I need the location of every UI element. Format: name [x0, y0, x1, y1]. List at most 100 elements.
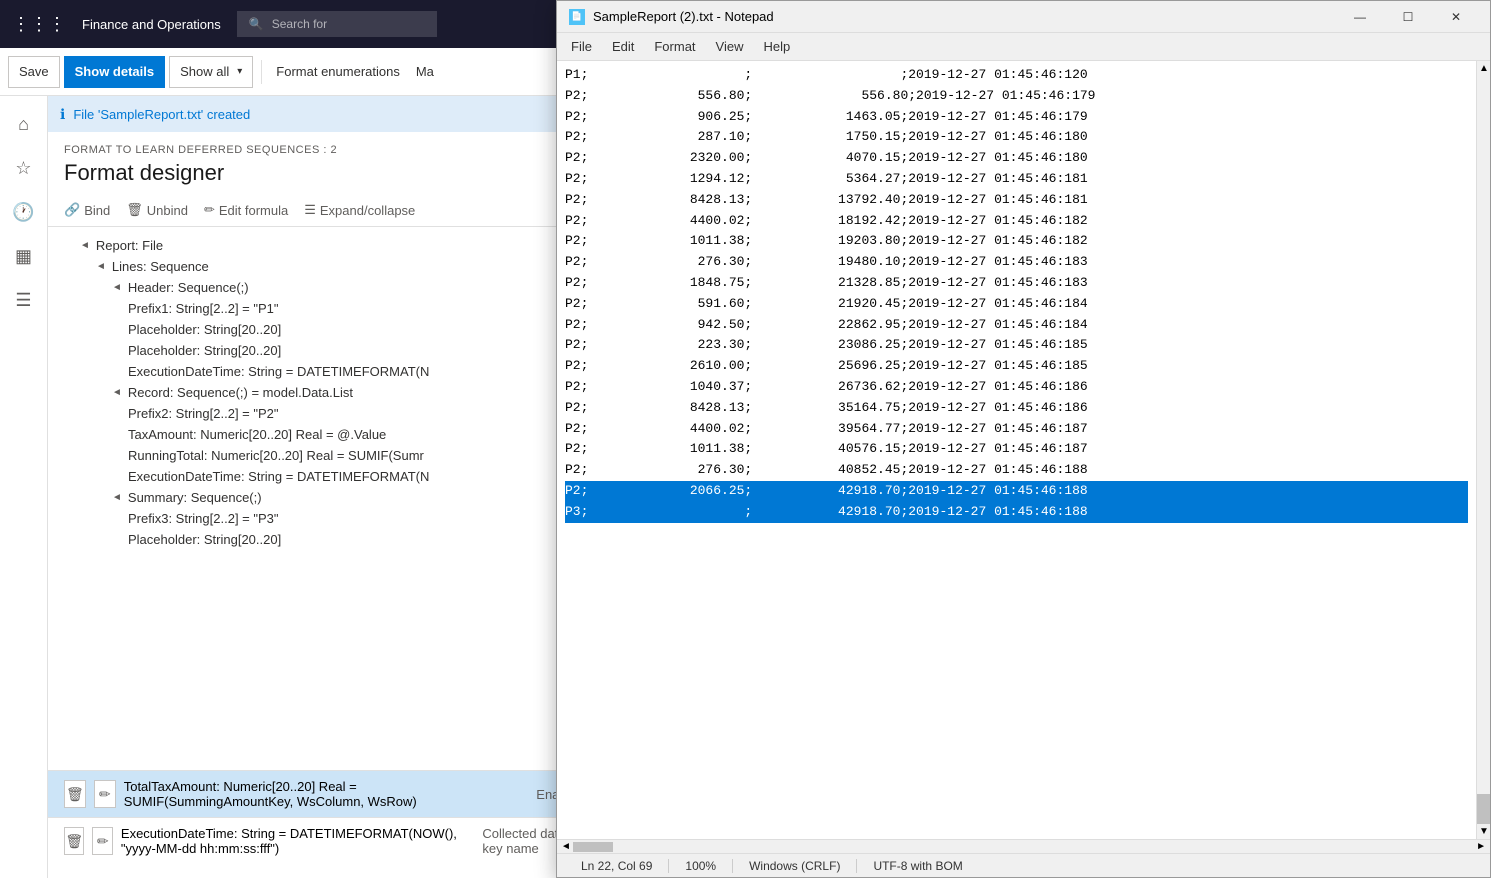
designer-subtitle: FORMAT TO LEARN DEFERRED SEQUENCES : 2	[64, 144, 584, 156]
tree-item[interactable]: Prefix3: String[2..2] = "P3"	[48, 508, 600, 529]
edit-formula-label: Edit formula	[219, 203, 288, 218]
format-enumerations-label[interactable]: Format enumerations	[270, 64, 406, 79]
text-line: P2; 1011.38; 40576.15;2019-12-27 01:45:4…	[565, 441, 1088, 456]
tree-item[interactable]: TaxAmount: Numeric[20..20] Real = @.Valu…	[48, 424, 600, 445]
scroll-thumb[interactable]	[1477, 794, 1490, 824]
app-grid-icon[interactable]: ⋮⋮⋮	[12, 14, 66, 35]
tree-item[interactable]: ExecutionDateTime: String = DATETIMEFORM…	[48, 361, 600, 382]
cursor-position: Ln 22, Col 69	[565, 859, 669, 873]
designer-toolbar: 🔗 Bind 🗑 Unbind ✏ Edit formula ☰ Expand/…	[48, 194, 600, 227]
expand-collapse-icon: ☰	[304, 202, 316, 218]
sidebar-clock-icon[interactable]: 🕐	[4, 192, 44, 232]
unbind-tool[interactable]: 🗑 Unbind	[126, 198, 188, 222]
bottom-area: 🗑✏TotalTaxAmount: Numeric[20..20] Real =…	[48, 770, 601, 878]
tree-item[interactable]: RunningTotal: Numeric[20..20] Real = SUM…	[48, 445, 600, 466]
toolbar-separator	[261, 60, 262, 84]
notepad-content[interactable]: P1; ; ;2019-12-27 01:45:46:120 P2; 556.8…	[557, 61, 1476, 839]
notepad-window: 📄 SampleReport (2).txt - Notepad — ☐ ✕ F…	[556, 0, 1491, 878]
designer-header: FORMAT TO LEARN DEFERRED SEQUENCES : 2 F…	[48, 132, 600, 194]
sidebar-star-icon[interactable]: ☆	[4, 148, 44, 188]
tree-item[interactable]: ◄Record: Sequence(;) = model.Data.List	[48, 382, 600, 403]
info-bar: ℹ File 'SampleReport.txt' created	[48, 96, 600, 132]
show-details-button[interactable]: Show details	[64, 56, 165, 88]
tree-item[interactable]: ExecutionDateTime: String = DATETIMEFORM…	[48, 466, 600, 487]
main-content: ℹ File 'SampleReport.txt' created FORMAT…	[48, 96, 601, 878]
horizontal-scrollbar[interactable]: ◄ ►	[557, 839, 1490, 853]
scroll-up-arrow[interactable]: ▲	[1477, 61, 1490, 76]
tree-arrow-icon: ◄	[112, 387, 122, 398]
save-button[interactable]: Save	[8, 56, 60, 88]
edit-formula-tool[interactable]: ✏ Edit formula	[204, 198, 288, 222]
tree-item[interactable]: Placeholder: String[20..20]	[48, 340, 600, 361]
close-button[interactable]: ✕	[1433, 1, 1479, 33]
expand-collapse-tool[interactable]: ☰ Expand/collapse	[304, 198, 415, 222]
ma-label[interactable]: Ma	[410, 64, 440, 79]
h-scroll-thumb[interactable]	[573, 842, 613, 852]
text-line: P2; 2610.00; 25696.25;2019-12-27 01:45:4…	[565, 358, 1088, 373]
text-line: P2; 223.30; 23086.25;2019-12-27 01:45:46…	[565, 337, 1088, 352]
designer-title: Format designer	[64, 160, 584, 186]
search-bar[interactable]: 🔍 Search for	[237, 11, 437, 37]
menu-item-view[interactable]: View	[706, 35, 754, 58]
tree-item[interactable]: Placeholder: String[20..20]	[48, 529, 600, 550]
left-sidebar: ⌂ ☆ 🕐 ▦ ☰	[0, 96, 48, 878]
menu-item-help[interactable]: Help	[753, 35, 800, 58]
tree-item-label: ExecutionDateTime: String = DATETIMEFORM…	[128, 364, 429, 379]
tree-item-label: ExecutionDateTime: String = DATETIMEFORM…	[128, 469, 429, 484]
tree-item-label: Summary: Sequence(;)	[128, 490, 262, 505]
menu-item-format[interactable]: Format	[644, 35, 705, 58]
minimize-button[interactable]: —	[1337, 1, 1383, 33]
tree-arrow-icon: ◄	[80, 240, 90, 251]
tree-item-label: RunningTotal: Numeric[20..20] Real = SUM…	[128, 448, 424, 463]
text-line: P2; 276.30; 19480.10;2019-12-27 01:45:46…	[565, 254, 1088, 269]
show-all-button[interactable]: Show all	[169, 56, 253, 88]
delete-row-button[interactable]: 🗑	[64, 780, 86, 808]
text-line: P2; 4400.02; 18192.42;2019-12-27 01:45:4…	[565, 213, 1088, 228]
h-scroll-track	[573, 842, 1474, 852]
tree-item[interactable]: ◄Summary: Sequence(;)	[48, 487, 600, 508]
scroll-down-arrow[interactable]: ▼	[1477, 824, 1490, 839]
vertical-scrollbar[interactable]: ▲ ▼	[1476, 61, 1490, 839]
tree-item-label: Placeholder: String[20..20]	[128, 532, 281, 547]
tree-arrow-icon: ◄	[96, 261, 106, 272]
tree-item[interactable]: ◄ Report: File	[48, 235, 600, 256]
scroll-track	[1477, 76, 1490, 824]
tree-view: ◄Report: File◄Lines: Sequence◄Header: Se…	[48, 227, 600, 845]
notepad-text: P1; ; ;2019-12-27 01:45:46:120 P2; 556.8…	[557, 61, 1476, 527]
sidebar-home-icon[interactable]: ⌂	[4, 104, 44, 144]
text-line: P2; 4400.02; 39564.77;2019-12-27 01:45:4…	[565, 421, 1088, 436]
sidebar-list-icon[interactable]: ☰	[4, 280, 44, 320]
line-ending: Windows (CRLF)	[733, 859, 857, 873]
bottom-row[interactable]: 🗑✏ExecutionDateTime: String = DATETIMEFO…	[48, 818, 600, 864]
scroll-right-arrow[interactable]: ►	[1474, 841, 1488, 852]
bind-icon: 🔗	[64, 202, 80, 218]
tree-item-label: Lines: Sequence	[112, 259, 209, 274]
tree-item[interactable]: ◄ Lines: Sequence	[48, 256, 600, 277]
app-title: Finance and Operations	[82, 17, 221, 32]
tree-item[interactable]: Prefix1: String[2..2] = "P1"	[48, 298, 600, 319]
menu-item-edit[interactable]: Edit	[602, 35, 644, 58]
tree-item[interactable]: Prefix2: String[2..2] = "P2"	[48, 403, 600, 424]
tree-item[interactable]: Placeholder: String[20..20]	[48, 319, 600, 340]
notepad-file-icon: 📄	[569, 9, 585, 25]
notepad-scroll-area: P1; ; ;2019-12-27 01:45:46:120 P2; 556.8…	[557, 61, 1490, 839]
text-line: P2; 8428.13; 35164.75;2019-12-27 01:45:4…	[565, 400, 1088, 415]
text-line: P2; 556.80; 556.80;2019-12-27 01:45:46:1…	[565, 88, 1096, 103]
text-line: P3; ; 42918.70;2019-12-27 01:45:46:188	[565, 502, 1468, 523]
bottom-row[interactable]: 🗑✏TotalTaxAmount: Numeric[20..20] Real =…	[48, 771, 600, 818]
delete-row-button[interactable]: 🗑	[64, 827, 84, 855]
bind-tool[interactable]: 🔗 Bind	[64, 198, 110, 222]
maximize-button[interactable]: ☐	[1385, 1, 1431, 33]
menu-item-file[interactable]: File	[561, 35, 602, 58]
sidebar-grid-icon[interactable]: ▦	[4, 236, 44, 276]
scroll-left-arrow[interactable]: ◄	[559, 841, 573, 852]
tree-item-label: Header: Sequence(;)	[128, 280, 249, 295]
bind-label: Bind	[84, 203, 110, 218]
tree-item-label: Placeholder: String[20..20]	[128, 322, 281, 337]
tree-item-label: TaxAmount: Numeric[20..20] Real = @.Valu…	[128, 427, 386, 442]
tree-item-label: Report: File	[96, 238, 163, 253]
tree-item[interactable]: ◄Header: Sequence(;)	[48, 277, 600, 298]
edit-row-button[interactable]: ✏	[94, 780, 116, 808]
text-line: P2; 276.30; 40852.45;2019-12-27 01:45:46…	[565, 462, 1088, 477]
edit-row-button[interactable]: ✏	[92, 827, 112, 855]
